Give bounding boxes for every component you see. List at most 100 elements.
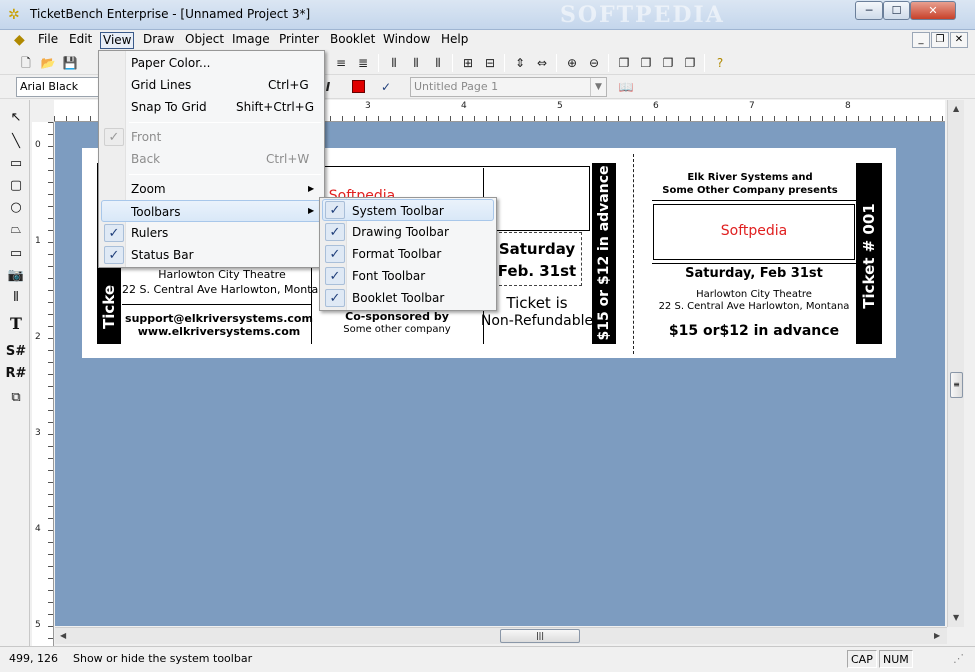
horizontal-scroll-thumb[interactable]: ||| [500,629,580,643]
menu-snap-to-grid[interactable]: Snap To Grid Shift+Ctrl+G [101,96,322,118]
text-color-swatch[interactable] [352,80,365,93]
divider [652,263,856,264]
menu-file[interactable]: File [36,32,60,49]
menu-paper-color[interactable]: Paper Color... [101,52,322,74]
send-to-back-icon[interactable]: ❐ [636,53,656,73]
menu-rulers[interactable]: ✓ Rulers [101,222,322,244]
toolbar-separator [504,54,505,72]
font-name-select[interactable]: Arial Black [16,77,100,97]
stub-price-text[interactable]: $15 or$12 in advance [652,323,856,339]
stub-softpedia-text[interactable]: Softpedia [653,223,855,239]
menu-toolbars[interactable]: Toolbars ▶ [101,200,322,222]
barcode-tool-icon[interactable]: ⦀ [5,288,27,308]
submenu-booklet-toolbar[interactable]: ✓ Booklet Toolbar [322,287,494,309]
zoom-out-icon[interactable]: ⊖ [584,53,604,73]
rounded-rectangle-tool-icon[interactable]: ▢ [5,176,27,196]
camera-tool-icon[interactable]: 📷 [5,266,27,286]
menu-object[interactable]: Object [183,32,226,49]
submenu-font-toolbar[interactable]: ✓ Font Toolbar [322,265,494,287]
polygon-tool-icon[interactable]: ⏢ [5,220,27,240]
ticket-number-stripe[interactable]: Ticket # 001 [856,163,882,344]
rectangle-tool-icon[interactable]: ▭ [5,154,27,174]
menu-edit[interactable]: Edit [67,32,94,49]
document-icon[interactable]: ◆ [14,32,25,48]
menu-booklet[interactable]: Booklet [328,32,377,49]
address-text[interactable]: 22 S. Central Ave Harlowton, Montana [122,283,332,296]
space-vertical-icon[interactable]: ⇕ [510,53,530,73]
menu-printer[interactable]: Printer [277,32,321,49]
price-stripe[interactable]: $15 or $12 in advance [592,163,616,344]
non-refundable-text[interactable]: Non-Refundable [478,313,596,329]
vertical-scroll-thumb[interactable]: ≡ [950,372,963,398]
menu-draw[interactable]: Draw [141,32,176,49]
menu-status-bar[interactable]: ✓ Status Bar [101,244,322,266]
cosponsor-text[interactable]: Co-sponsored by [327,310,467,323]
open-folder-icon[interactable]: 📂 [38,53,58,73]
submenu-system-toolbar[interactable]: ✓ System Toolbar [322,199,494,221]
scroll-left-icon[interactable]: ◀ [60,631,66,640]
fit-width-icon[interactable]: ⊟ [480,53,500,73]
stub-venue-text[interactable]: Harlowton City Theatre [652,289,856,300]
bring-to-front-icon[interactable]: ❐ [614,53,634,73]
menu-window[interactable]: Window [381,32,432,49]
minimize-button[interactable]: ─ [855,1,883,20]
mdi-restore-button[interactable]: ❐ [931,32,949,48]
send-backward-icon[interactable]: ❐ [680,53,700,73]
frame-tool-icon[interactable]: ▭ [5,244,27,264]
booklet-icon[interactable]: 📖 [616,77,636,97]
booklet-tool-icon[interactable]: ⧉ [5,388,27,408]
stub-presents-text[interactable]: Some Other Company presents [652,185,848,196]
page-select[interactable]: Untitled Page 1 ▼ [410,77,607,97]
menu-grid-lines[interactable]: Grid Lines Ctrl+G [101,74,322,96]
website-text[interactable]: www.elkriversystems.com [122,325,316,338]
scroll-right-icon[interactable]: ▶ [934,631,940,640]
bring-forward-icon[interactable]: ❐ [658,53,678,73]
barcode-alt-icon[interactable]: ⦀ [406,53,426,73]
submenu-arrow-icon: ▶ [308,184,315,193]
barcode-chart-icon[interactable]: ⦀ [428,53,448,73]
row-number-tool-icon[interactable]: R# [5,364,27,384]
mdi-minimize-button[interactable]: _ [912,32,930,48]
scroll-up-icon[interactable]: ▲ [953,104,959,113]
stub-date-text[interactable]: Saturday, Feb 31st [652,266,856,281]
ticket-is-text[interactable]: Ticket is [482,294,592,312]
date-text[interactable]: Feb. 31st [482,262,592,280]
vertical-scrollbar[interactable]: ▲ ≡ ▼ [947,100,964,627]
seat-number-tool-icon[interactable]: S# [5,342,27,362]
zoom-in-icon[interactable]: ⊕ [562,53,582,73]
chevron-down-icon[interactable]: ▼ [590,78,606,96]
softpedia-watermark: SOFTPEDIA [560,2,725,28]
other-company-text[interactable]: Some other company [327,324,467,335]
menu-zoom[interactable]: Zoom ▶ [101,178,322,200]
menu-view[interactable]: View [100,32,135,49]
pointer-tool-icon[interactable]: ↖ [5,108,27,128]
email-text[interactable]: support@elkriversystems.com [122,312,316,325]
ruler-label: 6 [653,101,659,111]
fit-page-icon[interactable]: ⊞ [458,53,478,73]
new-file-icon[interactable]: 🗋 [16,53,36,73]
save-icon[interactable]: 💾 [60,53,80,73]
help-icon[interactable]: ? [710,53,730,73]
venue-text[interactable]: Harlowton City Theatre [130,268,314,281]
text-tool-icon[interactable]: T [5,314,27,334]
space-horizontal-icon[interactable]: ⇔ [532,53,552,73]
menu-image[interactable]: Image [230,32,272,49]
resize-grip-icon[interactable]: ⋰ [950,650,967,668]
mdi-close-button[interactable]: ✕ [950,32,968,48]
align-right-icon[interactable]: ≡ [331,53,351,73]
submenu-format-toolbar[interactable]: ✓ Format Toolbar [322,243,494,265]
maximize-button[interactable]: ☐ [883,1,910,20]
stub-address-text[interactable]: 22 S. Central Ave Harlowton, Montana [648,301,860,312]
barcode-icon[interactable]: ⦀ [384,53,404,73]
stub-presents-text[interactable]: Elk River Systems and [652,172,848,183]
close-button[interactable]: ✕ [910,1,956,20]
day-text[interactable]: Saturday [482,240,592,258]
spellcheck-icon[interactable]: ✓ [376,77,396,97]
submenu-drawing-toolbar[interactable]: ✓ Drawing Toolbar [322,221,494,243]
align-justify-icon[interactable]: ≣ [353,53,373,73]
ellipse-tool-icon[interactable]: ○ [5,198,27,218]
line-tool-icon[interactable]: ╲ [5,132,27,152]
horizontal-scrollbar[interactable]: ◀ ||| ▶ [55,627,947,644]
menu-help[interactable]: Help [439,32,470,49]
scroll-down-icon[interactable]: ▼ [953,613,959,622]
